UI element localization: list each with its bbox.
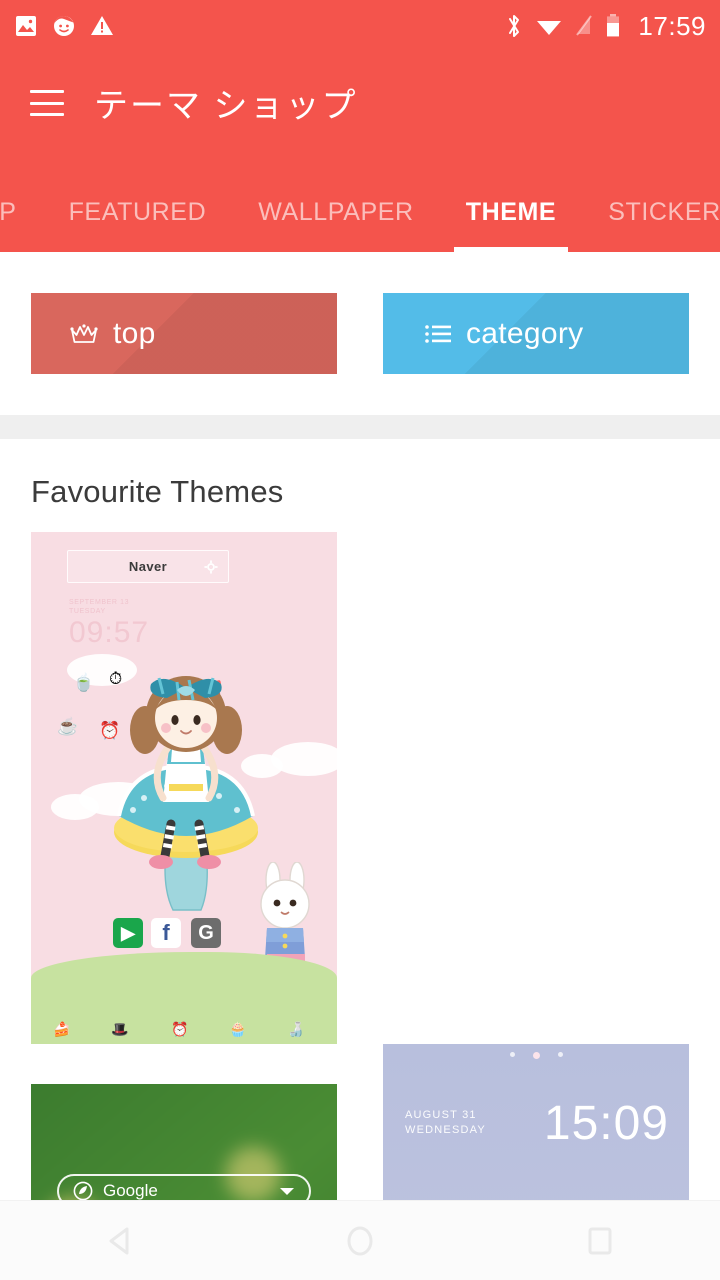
- tab-featured-label: FEATURED: [68, 198, 207, 226]
- page-indicator: [383, 1052, 689, 1059]
- status-bar-clock: 17:59: [638, 10, 706, 41]
- chevron-down-icon[interactable]: [279, 1186, 295, 1197]
- gear-icon[interactable]: [204, 560, 218, 574]
- page-dot: [557, 1052, 563, 1057]
- recents-square-icon: [588, 1227, 612, 1254]
- warning-triangle-icon: [91, 16, 113, 35]
- dock-bottle-icon[interactable]: 🍶: [287, 1022, 304, 1036]
- tab-bar: PP FEATURED WALLPAPER THEME STICKER: [0, 176, 720, 252]
- naver-search-label: Naver: [128, 559, 168, 574]
- lockscreen-clock-widget: SEPTEMBER 13 TUESDAY 09:57: [69, 598, 149, 650]
- category-button-label: category: [466, 316, 584, 350]
- status-bar-right-icons: 17:59: [504, 11, 706, 42]
- list-icon: [424, 322, 452, 346]
- page-dot-active: [532, 1052, 540, 1059]
- status-bar: 17:59: [0, 0, 720, 52]
- top-button-label: top: [113, 316, 156, 350]
- top-button[interactable]: top: [31, 293, 337, 374]
- bluetooth-icon: [509, 15, 520, 37]
- home-button[interactable]: [300, 1201, 420, 1280]
- crown-icon: [69, 322, 99, 346]
- theme-card-alice-pink[interactable]: Naver SEPTEMBER 13 TUESDAY 09:57 🍵 ⏱ ☕ ⏰…: [31, 532, 337, 1044]
- app-root: 17:59 テーマ ショップ PP FEATURED WALLPAPER THE…: [0, 0, 720, 1280]
- app-bar: テーマ ショップ: [0, 52, 720, 176]
- naver-search-widget[interactable]: Naver: [67, 550, 229, 583]
- theme-card-green-nature[interactable]: Google: [31, 1084, 337, 1200]
- page-dot: [509, 1052, 515, 1057]
- back-button[interactable]: [60, 1201, 180, 1280]
- back-triangle-icon: [109, 1227, 129, 1254]
- favourite-themes-heading: Favourite Themes: [31, 474, 284, 509]
- facebook-icon[interactable]: f: [151, 918, 181, 948]
- theme-grid-row: Google Tuesday: [0, 1084, 720, 1200]
- google-search-widget[interactable]: Google: [57, 1174, 311, 1200]
- theme-grid-row: Naver SEPTEMBER 13 TUESDAY 09:57 🍵 ⏱ ☕ ⏰…: [0, 532, 720, 1200]
- tab-featured[interactable]: FEATURED: [43, 176, 233, 252]
- tab-theme-label: THEME: [465, 198, 557, 226]
- tab-theme[interactable]: THEME: [440, 176, 583, 252]
- section-divider: [0, 415, 720, 439]
- theme-grid: Naver SEPTEMBER 13 TUESDAY 09:57 🍵 ⏱ ☕ ⏰…: [0, 532, 720, 1200]
- rabbit-illustration: [260, 862, 310, 964]
- dock-teacup-icon[interactable]: 🍰: [53, 1022, 70, 1036]
- teacup-decoration: ☕: [57, 717, 79, 736]
- google-search-label: Google: [103, 1181, 158, 1200]
- tab-app[interactable]: PP: [0, 176, 43, 252]
- face-emoji-icon: [54, 16, 74, 36]
- dock-clock-icon[interactable]: ⏰: [171, 1022, 188, 1036]
- image-icon: [16, 16, 36, 36]
- shortcut-button-row: top category: [0, 252, 720, 415]
- theme-clock: 09:57: [69, 616, 150, 649]
- category-button[interactable]: category: [383, 293, 689, 374]
- google-icon[interactable]: G: [191, 918, 221, 948]
- android-navigation-bar: [0, 1200, 720, 1280]
- tab-sticker-label: STICKER: [608, 198, 720, 226]
- home-circle-icon: [347, 1226, 373, 1255]
- play-store-icon[interactable]: ▶: [113, 918, 143, 948]
- tab-wallpaper-label: WALLPAPER: [258, 198, 414, 226]
- dock-cupcake-icon[interactable]: 🧁: [229, 1022, 246, 1036]
- leaf-icon: [73, 1181, 93, 1200]
- dock-hat-icon[interactable]: 🎩: [111, 1022, 128, 1036]
- signal-off-icon: [576, 15, 593, 36]
- status-bar-left-icons: [14, 14, 114, 38]
- theme-date-line2: TUESDAY: [69, 608, 106, 615]
- battery-icon: [607, 14, 620, 37]
- tab-app-label: PP: [0, 198, 17, 226]
- tab-wallpaper[interactable]: WALLPAPER: [232, 176, 439, 252]
- theme-date-line1: SEPTEMBER 13: [69, 599, 130, 606]
- page-title: テーマ ショップ: [94, 87, 358, 125]
- wifi-icon: [537, 21, 562, 35]
- hamburger-menu-icon[interactable]: [30, 90, 64, 116]
- content-scroll-area[interactable]: top category Favourite Themes Naver SEPT…: [0, 252, 720, 1200]
- tab-sticker[interactable]: STICKER: [582, 176, 720, 252]
- recents-button[interactable]: [540, 1201, 660, 1280]
